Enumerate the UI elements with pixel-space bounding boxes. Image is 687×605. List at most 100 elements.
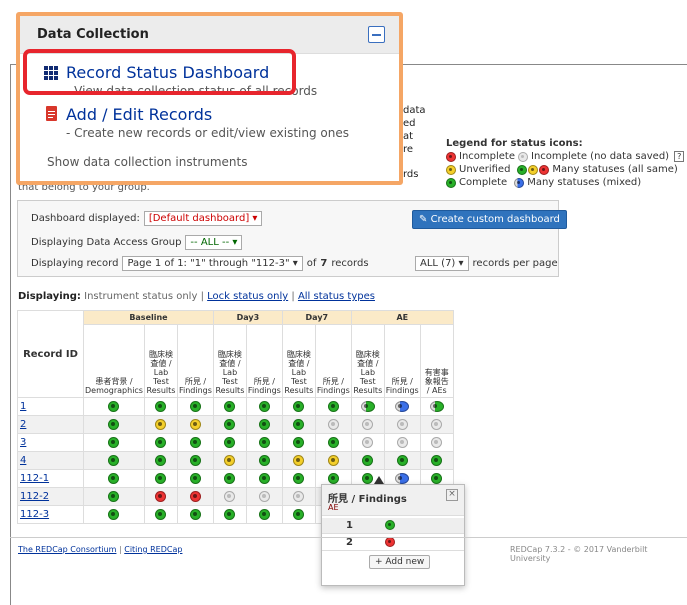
status-icon[interactable] bbox=[293, 401, 305, 412]
status-icon[interactable] bbox=[155, 437, 167, 448]
status-icon[interactable] bbox=[258, 473, 270, 484]
status-cell bbox=[281, 451, 316, 470]
status-icon[interactable] bbox=[224, 455, 236, 466]
instrument-header-line: Test bbox=[359, 377, 376, 386]
event-header: Baseline bbox=[83, 310, 214, 325]
status-icon[interactable] bbox=[155, 491, 167, 502]
status-icon[interactable] bbox=[258, 401, 270, 412]
status-icon[interactable] bbox=[108, 473, 120, 484]
record-link[interactable]: 112-3 bbox=[20, 509, 49, 520]
footer-links: The REDCap Consortium | Citing REDCap bbox=[18, 545, 183, 554]
status-icon[interactable] bbox=[293, 455, 305, 466]
status-icon[interactable] bbox=[224, 491, 236, 502]
status-icon[interactable] bbox=[155, 509, 167, 520]
status-icon[interactable] bbox=[327, 455, 339, 466]
status-icon[interactable] bbox=[224, 419, 236, 430]
per-page-select[interactable]: ALL (7) ▾ bbox=[415, 256, 469, 271]
help-icon[interactable]: ? bbox=[674, 151, 685, 162]
status-icon[interactable] bbox=[258, 455, 270, 466]
record-link[interactable]: 112-1 bbox=[20, 473, 49, 484]
status-icon[interactable] bbox=[395, 473, 410, 484]
status-icon[interactable] bbox=[189, 455, 201, 466]
status-icon[interactable] bbox=[189, 401, 201, 412]
add-edit-records-desc: - Create new records or edit/view existi… bbox=[66, 126, 349, 140]
record-total: 7 bbox=[320, 258, 328, 269]
status-icon[interactable] bbox=[293, 491, 305, 502]
status-icon[interactable] bbox=[362, 437, 374, 448]
status-icon[interactable] bbox=[108, 437, 120, 448]
record-link[interactable]: 4 bbox=[20, 455, 26, 466]
status-icon[interactable] bbox=[396, 419, 408, 430]
status-icon[interactable] bbox=[224, 509, 236, 520]
status-icon[interactable] bbox=[431, 455, 443, 466]
status-icon[interactable] bbox=[108, 455, 120, 466]
status-icon[interactable] bbox=[293, 473, 305, 484]
instrument-header: 所見 / Findings bbox=[314, 324, 352, 398]
create-dashboard-button[interactable]: ✎ Create custom dashboard bbox=[412, 210, 567, 229]
status-icon[interactable] bbox=[362, 419, 374, 430]
status-icon[interactable] bbox=[108, 419, 120, 430]
status-icon[interactable] bbox=[385, 520, 395, 530]
status-icon[interactable] bbox=[189, 419, 201, 430]
status-icon[interactable] bbox=[189, 491, 201, 502]
add-edit-records-link[interactable]: Add / Edit Records bbox=[66, 105, 212, 124]
status-icon[interactable] bbox=[224, 401, 236, 412]
instrument-header-line: Test bbox=[290, 377, 307, 386]
show-instruments-link[interactable]: Show data collection instruments bbox=[47, 155, 248, 169]
status-icon[interactable] bbox=[258, 437, 270, 448]
close-icon[interactable]: × bbox=[446, 489, 458, 501]
status-icon[interactable] bbox=[108, 491, 120, 502]
record-link[interactable]: 1 bbox=[20, 401, 26, 412]
record-link[interactable]: 2 bbox=[20, 419, 26, 430]
status-icon[interactable] bbox=[293, 509, 305, 520]
lock-status-link[interactable]: Lock status only bbox=[207, 291, 288, 302]
record-link[interactable]: 3 bbox=[20, 437, 26, 448]
status-icon[interactable] bbox=[327, 437, 339, 448]
all-status-link[interactable]: All status types bbox=[298, 291, 375, 302]
status-icon[interactable] bbox=[431, 473, 443, 484]
instrument-header-line: 査値 / bbox=[357, 359, 379, 368]
status-icon[interactable] bbox=[155, 401, 167, 412]
data-collection-menu: Data Collection Record Status Dashboard … bbox=[16, 12, 403, 185]
status-icon[interactable] bbox=[108, 509, 120, 520]
status-icon[interactable] bbox=[189, 509, 201, 520]
status-icon[interactable] bbox=[224, 473, 236, 484]
record-link[interactable]: 112-2 bbox=[20, 491, 49, 502]
status-icon[interactable] bbox=[189, 437, 201, 448]
status-icon[interactable] bbox=[327, 473, 339, 484]
status-icon[interactable] bbox=[258, 419, 270, 430]
status-icon[interactable] bbox=[155, 419, 167, 430]
dag-select[interactable]: -- ALL -- ▾ bbox=[185, 235, 243, 250]
status-icon[interactable] bbox=[293, 419, 305, 430]
dashboard-select[interactable]: [Default dashboard] ▾ bbox=[143, 211, 263, 226]
status-icon[interactable] bbox=[327, 401, 339, 412]
status-icon[interactable] bbox=[155, 455, 167, 466]
status-icon[interactable] bbox=[108, 401, 120, 412]
status-icon[interactable] bbox=[327, 419, 339, 430]
status-icon[interactable] bbox=[431, 419, 443, 430]
consortium-link[interactable]: The REDCap Consortium bbox=[18, 545, 116, 554]
status-icon[interactable] bbox=[360, 401, 375, 412]
citing-link[interactable]: Citing REDCap bbox=[124, 545, 182, 554]
status-icon[interactable] bbox=[362, 473, 374, 484]
minimize-icon[interactable] bbox=[368, 26, 385, 43]
status-icon[interactable] bbox=[429, 401, 444, 412]
popup-row[interactable]: 1 bbox=[322, 518, 464, 534]
status-icon[interactable] bbox=[155, 473, 167, 484]
status-cell bbox=[245, 397, 283, 416]
status-icon[interactable] bbox=[258, 509, 270, 520]
status-icon[interactable] bbox=[189, 473, 201, 484]
status-icon[interactable] bbox=[362, 455, 374, 466]
status-icon[interactable] bbox=[258, 491, 270, 502]
record-id-cell: 1 bbox=[17, 397, 84, 416]
status-cell bbox=[419, 433, 454, 452]
status-icon[interactable] bbox=[396, 455, 408, 466]
record-page-select[interactable]: Page 1 of 1: "1" through "112-3" ▾ bbox=[122, 256, 303, 271]
status-icon[interactable] bbox=[396, 437, 408, 448]
table-row: 3 bbox=[17, 433, 454, 452]
status-icon[interactable] bbox=[385, 537, 395, 547]
status-icon[interactable] bbox=[224, 437, 236, 448]
status-icon[interactable] bbox=[293, 437, 305, 448]
status-icon[interactable] bbox=[395, 401, 410, 412]
status-icon[interactable] bbox=[431, 437, 443, 448]
